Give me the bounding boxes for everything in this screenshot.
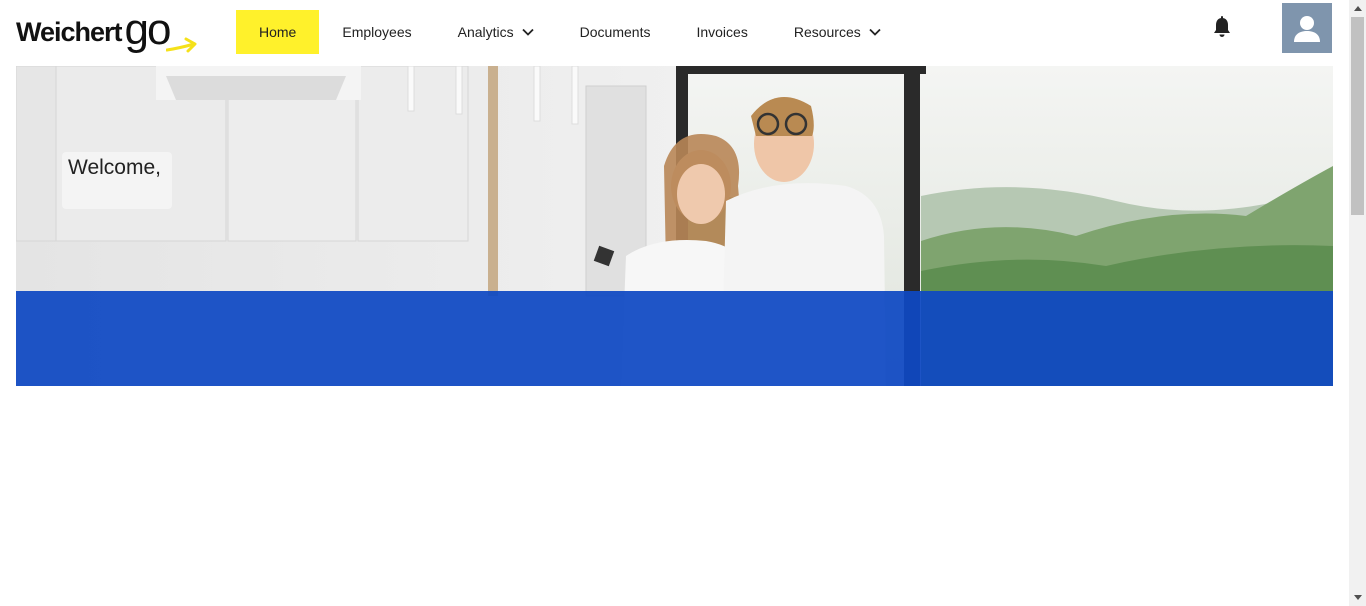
brand-logo[interactable]: Weichert go <box>16 8 200 56</box>
welcome-heading: Welcome, <box>68 156 161 179</box>
main-nav: Home Employees Analytics Documents Invoi… <box>236 10 904 54</box>
nav-employees[interactable]: Employees <box>319 10 434 54</box>
nav-home[interactable]: Home <box>236 10 320 54</box>
bell-icon <box>1214 16 1230 37</box>
chevron-down-icon <box>869 28 881 36</box>
chevron-down-icon <box>522 28 534 36</box>
nav-documents[interactable]: Documents <box>557 10 674 54</box>
nav-analytics-label: Analytics <box>457 24 514 40</box>
scroll-up-button[interactable] <box>1349 0 1366 17</box>
nav-analytics[interactable]: Analytics <box>435 10 557 54</box>
caret-down-icon <box>1353 595 1362 600</box>
logo-arrow-icon <box>166 37 197 53</box>
page: Weichert go Home Employees Analytics Doc… <box>0 0 1366 606</box>
user-icon <box>1294 16 1320 42</box>
scroll-thumb[interactable] <box>1351 17 1364 215</box>
nav-employees-label: Employees <box>342 24 412 40</box>
nav-resources-label: Resources <box>793 24 861 40</box>
scroll-down-button[interactable] <box>1349 589 1366 606</box>
hero-banner: Welcome, <box>16 66 1333 386</box>
welcome-card: Welcome, <box>62 152 172 209</box>
caret-up-icon <box>1353 6 1362 11</box>
top-navbar: Weichert go Home Employees Analytics Doc… <box>0 0 1349 62</box>
hero-blue-band <box>16 291 1333 386</box>
notifications-button[interactable] <box>1212 16 1232 38</box>
nav-documents-label: Documents <box>579 24 651 40</box>
logo-wordmark: Weichert <box>16 16 123 47</box>
logo-go: go <box>124 5 172 54</box>
page-scrollbar[interactable] <box>1349 0 1366 606</box>
nav-invoices-label: Invoices <box>696 24 748 40</box>
nav-home-label: Home <box>259 24 297 40</box>
user-avatar-button[interactable] <box>1282 3 1332 53</box>
nav-invoices[interactable]: Invoices <box>673 10 770 54</box>
nav-resources[interactable]: Resources <box>771 10 904 54</box>
